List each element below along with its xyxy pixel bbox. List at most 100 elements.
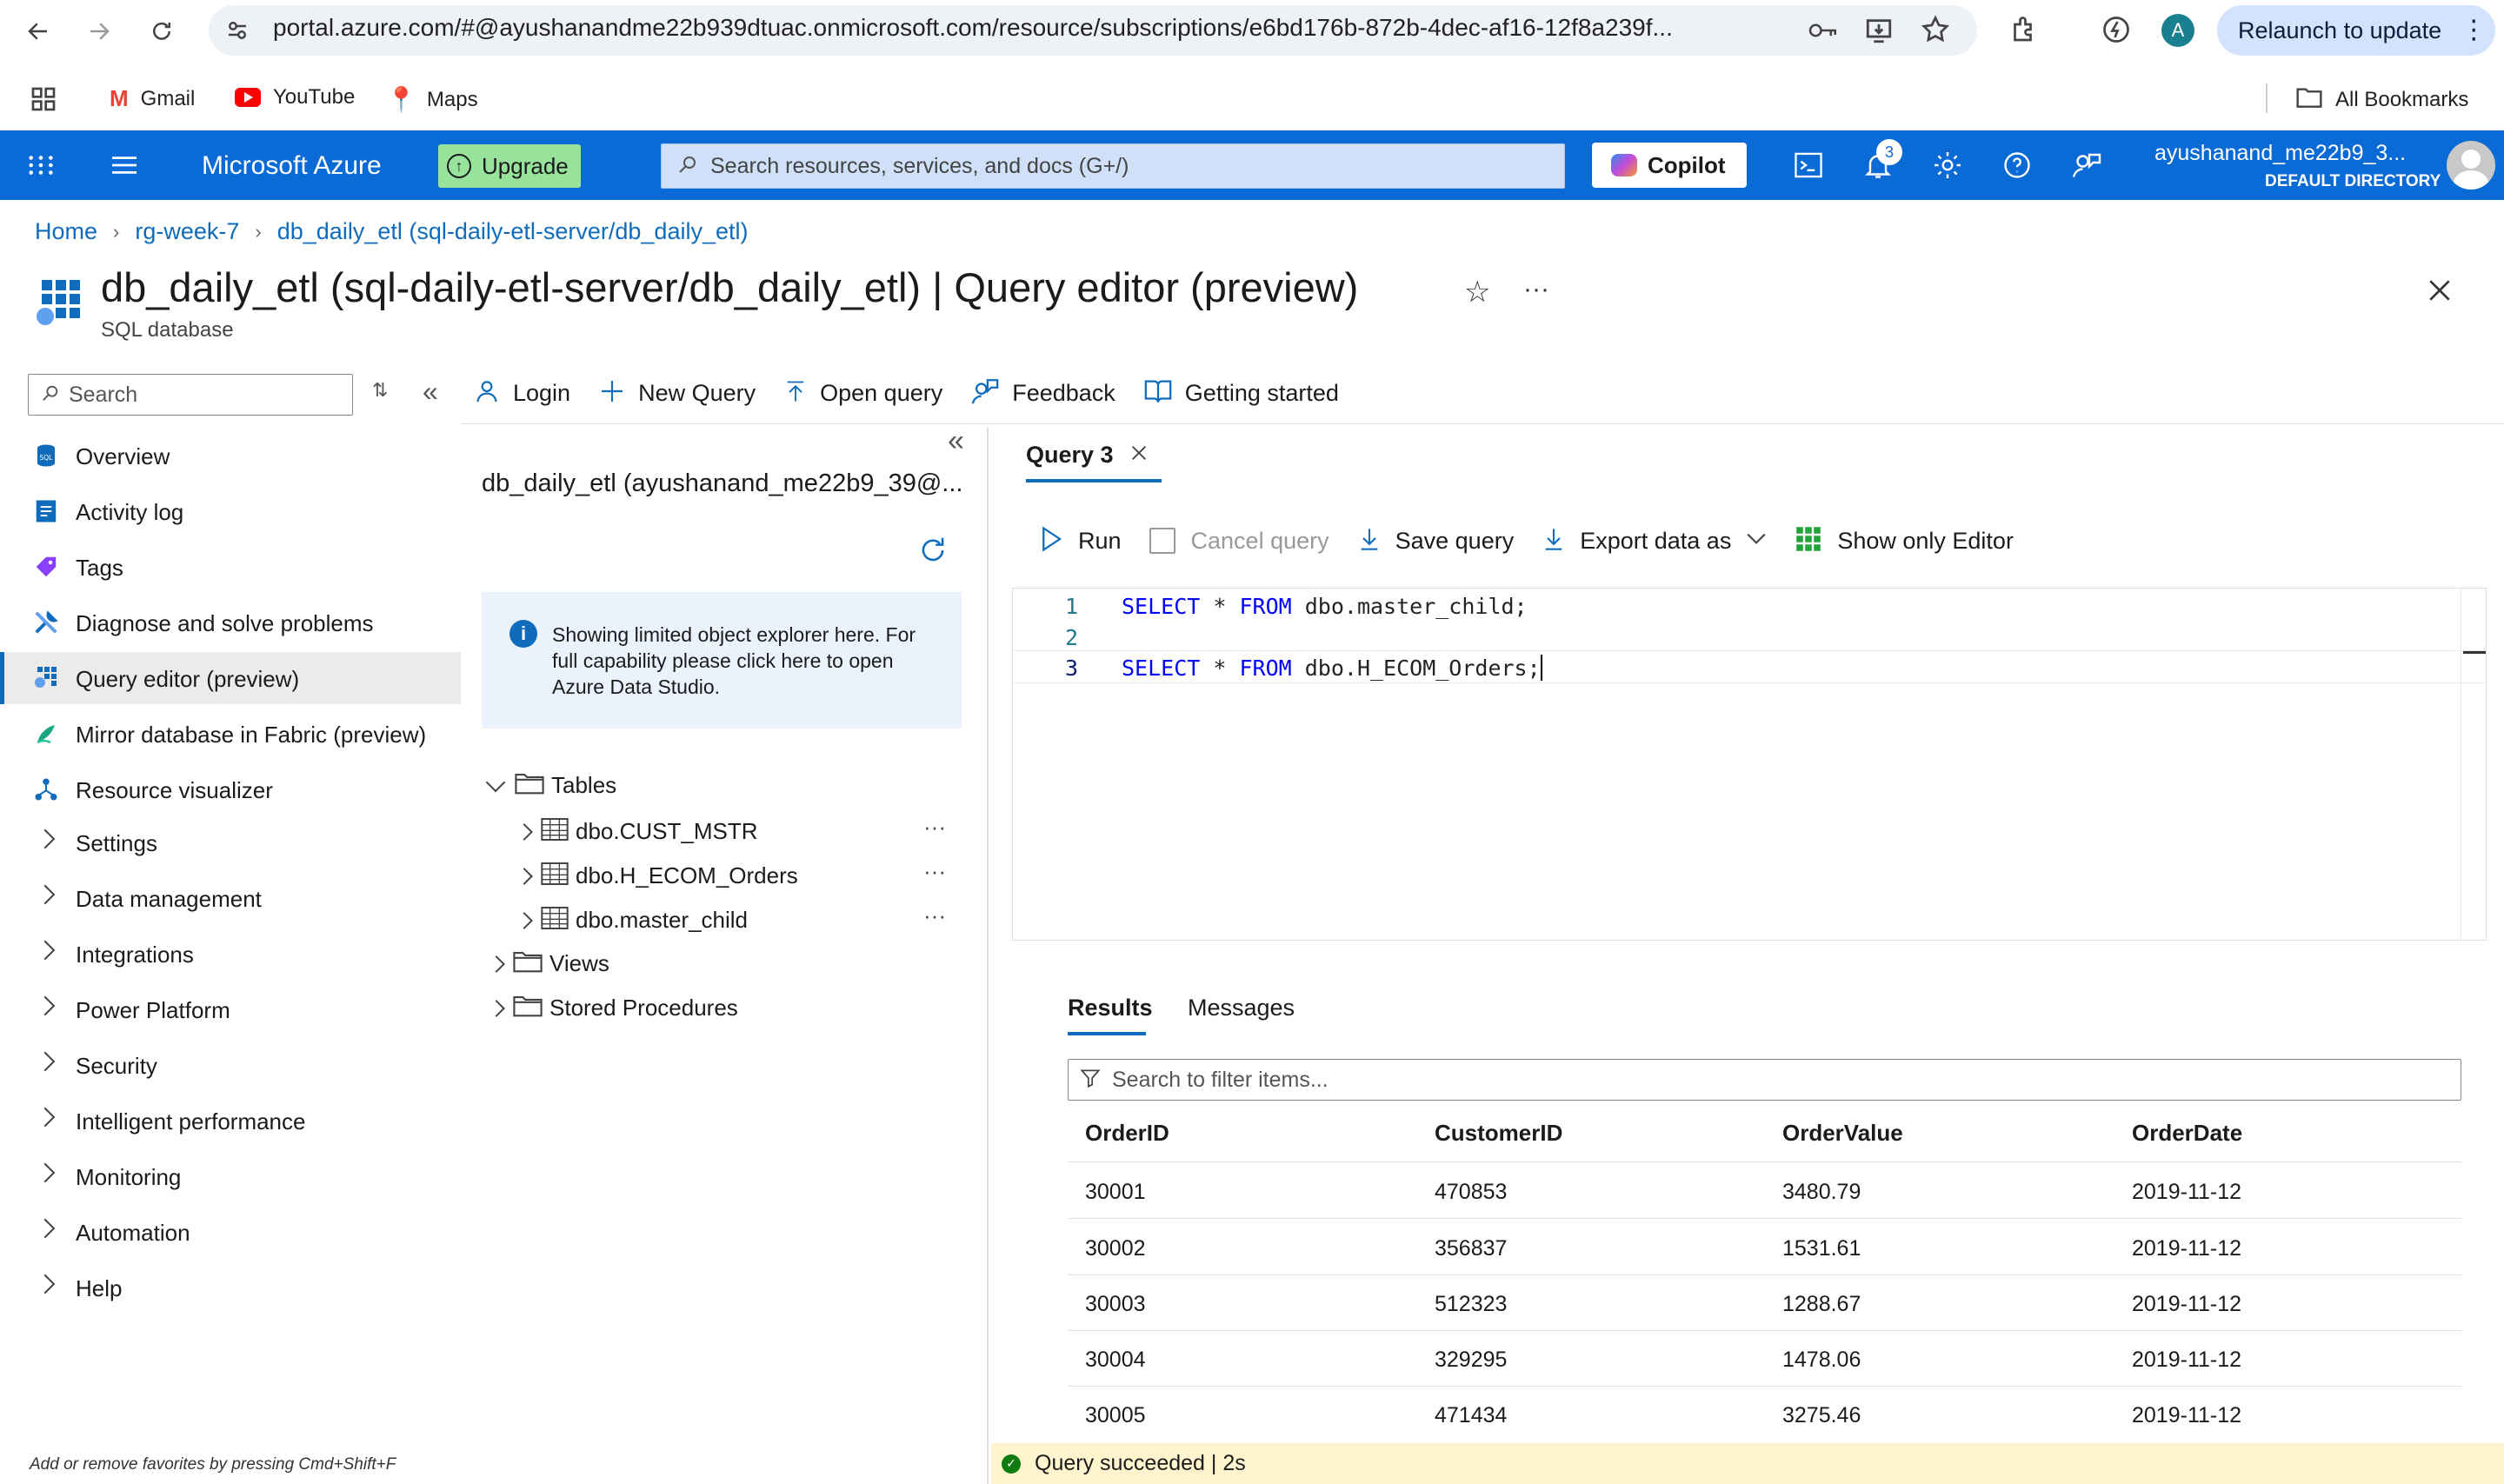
relaunch-button[interactable]: Relaunch to update ⋮	[2217, 5, 2495, 56]
extensions-icon[interactable]	[2008, 14, 2040, 50]
nav-group-power-platform[interactable]: Power Platform	[0, 983, 461, 1035]
editor-scrollbar[interactable]	[2461, 589, 2487, 940]
tree-node-tables[interactable]: Tables	[485, 772, 616, 799]
reload-icon[interactable]	[141, 10, 183, 52]
cloud-shell-icon[interactable]	[1793, 151, 1824, 183]
nav-group-integrations[interactable]: Integrations	[0, 928, 461, 980]
site-info-icon[interactable]	[224, 17, 250, 48]
nav-item-overview[interactable]: SQL Overview	[0, 429, 461, 482]
save-query-button[interactable]: Save query	[1357, 524, 1514, 558]
nav-group-automation[interactable]: Automation	[0, 1206, 461, 1258]
nav-item-query-editor[interactable]: Query editor (preview)	[0, 652, 461, 704]
export-data-button[interactable]: Export data as	[1542, 524, 1768, 558]
pane-splitter[interactable]	[987, 428, 989, 1484]
run-button[interactable]: Run	[1040, 525, 1122, 556]
feedback-person-icon[interactable]	[2071, 150, 2102, 185]
breadcrumb-home[interactable]: Home	[35, 218, 97, 245]
portal-menu-dots-icon[interactable]	[26, 152, 56, 183]
table-row[interactable]: 30002 356837 1531.61 2019-11-12	[1068, 1219, 2461, 1274]
table-row[interactable]: 30005 471434 3275.46 2019-11-12	[1068, 1386, 2461, 1441]
azure-brand[interactable]: Microsoft Azure	[202, 151, 382, 181]
getting-started-button[interactable]: Getting started	[1143, 376, 1339, 410]
table-more-icon[interactable]: ···	[923, 858, 946, 885]
tab-results[interactable]: Results	[1068, 995, 1153, 1021]
user-avatar[interactable]	[2447, 141, 2495, 190]
nav-item-diagnose[interactable]: Diagnose and solve problems	[0, 596, 461, 649]
help-question-icon[interactable]	[2001, 150, 2033, 185]
close-icon[interactable]	[2426, 276, 2454, 309]
table-row[interactable]: 30003 512323 1288.67 2019-11-12	[1068, 1274, 2461, 1330]
table-more-icon[interactable]: ···	[923, 814, 946, 841]
forward-icon[interactable]	[78, 10, 120, 52]
nav-group-settings[interactable]: Settings	[0, 816, 461, 868]
user-name[interactable]: ayushanand_me22b9_3...	[2154, 141, 2406, 166]
nav-group-intelligent-performance[interactable]: Intelligent performance	[0, 1095, 461, 1147]
sort-updown-icon[interactable]: ⇅	[372, 379, 388, 402]
breadcrumb-resource-group[interactable]: rg-week-7	[135, 218, 239, 245]
global-search-input[interactable]: Search resources, services, and docs (G+…	[661, 143, 1565, 189]
column-header[interactable]: OrderValue	[1782, 1120, 1903, 1147]
results-filter-input[interactable]: Search to filter items...	[1068, 1059, 2461, 1101]
line-number: 1	[1065, 593, 1079, 619]
feedback-button[interactable]: Feedback	[970, 376, 1115, 410]
hamburger-icon[interactable]	[110, 153, 139, 182]
tree-node-stored-procedures[interactable]: Stored Procedures	[488, 995, 738, 1021]
tree-node-views[interactable]: Views	[488, 950, 609, 977]
back-icon[interactable]	[17, 10, 59, 52]
open-query-button[interactable]: Open query	[783, 376, 942, 410]
install-app-icon[interactable]	[1864, 16, 1894, 50]
nav-item-resource-visualizer[interactable]: Resource visualizer	[0, 763, 461, 815]
bookmark-maps[interactable]: 📍 Maps	[386, 85, 478, 114]
show-only-editor-button[interactable]: Show only Editor	[1795, 526, 2014, 556]
breadcrumb-database[interactable]: db_daily_etl (sql-daily-etl-server/db_da…	[277, 218, 749, 245]
nav-item-activity-log[interactable]: Activity log	[0, 485, 461, 537]
tab-query-3[interactable]: Query 3	[1026, 442, 1149, 469]
collapse-explorer-icon[interactable]: «	[948, 424, 964, 458]
refresh-icon[interactable]	[916, 534, 949, 571]
column-header[interactable]: OrderID	[1085, 1120, 1169, 1147]
browser-chrome: portal.azure.com/#@ayushanandme22b939dtu…	[0, 0, 2504, 130]
open-query-label: Open query	[820, 379, 943, 406]
more-options-icon[interactable]: ···	[1523, 275, 1549, 304]
tab-messages[interactable]: Messages	[1188, 995, 1295, 1021]
nav-group-data-management[interactable]: Data management	[0, 872, 461, 924]
table-more-icon[interactable]: ···	[923, 902, 946, 929]
bookmark-star-icon[interactable]	[1920, 14, 1951, 50]
collapse-nav-icon[interactable]: «	[423, 376, 438, 408]
close-tab-icon[interactable]	[1129, 443, 1149, 467]
all-bookmarks[interactable]: All Bookmarks	[2295, 85, 2468, 114]
url-text[interactable]: portal.azure.com/#@ayushanandme22b939dtu…	[273, 14, 1673, 42]
upgrade-button[interactable]: ↑ Upgrade	[438, 144, 581, 188]
new-query-label: New Query	[638, 379, 756, 406]
column-header[interactable]: CustomerID	[1435, 1120, 1562, 1147]
tree-node-table[interactable]: dbo.CUST_MSTR	[516, 817, 758, 846]
sql-code-editor[interactable]: 1 SELECT * FROM dbo.master_child; 2 3 SE…	[1012, 588, 2487, 941]
nav-group-monitoring[interactable]: Monitoring	[0, 1150, 461, 1202]
password-key-icon[interactable]	[1807, 17, 1840, 48]
performance-icon[interactable]	[2101, 14, 2132, 50]
info-banner[interactable]: i Showing limited object explorer here. …	[482, 592, 962, 729]
code-line: 3 SELECT * FROM dbo.H_ECOM_Orders;	[1065, 652, 1542, 683]
settings-gear-icon[interactable]	[1932, 150, 1963, 185]
stop-square-icon	[1149, 528, 1175, 554]
table-row[interactable]: 30001 470853 3480.79 2019-11-12	[1068, 1162, 2461, 1218]
new-query-button[interactable]: New Query	[598, 377, 756, 409]
nav-search-input[interactable]: Search	[28, 374, 353, 416]
cell-order-value: 3275.46	[1782, 1403, 1861, 1427]
copilot-button[interactable]: Copilot	[1592, 143, 1747, 188]
bookmark-gmail[interactable]: M Gmail	[110, 85, 195, 112]
column-header[interactable]: OrderDate	[2132, 1120, 2242, 1147]
profile-avatar[interactable]: A	[2161, 14, 2194, 47]
nav-group-help[interactable]: Help	[0, 1261, 461, 1314]
tree-node-table[interactable]: dbo.master_child	[516, 906, 748, 935]
apps-grid-icon[interactable]	[30, 85, 57, 117]
nav-item-mirror-fabric[interactable]: Mirror database in Fabric (preview)	[0, 708, 461, 760]
nav-item-tags[interactable]: Tags	[0, 541, 461, 593]
tree-node-table[interactable]: dbo.H_ECOM_Orders	[516, 862, 798, 890]
table-row[interactable]: 30004 329295 1478.06 2019-11-12	[1068, 1330, 2461, 1386]
filter-placeholder: Search to filter items...	[1112, 1067, 1329, 1092]
nav-group-security[interactable]: Security	[0, 1039, 461, 1091]
login-button[interactable]: Login	[473, 376, 570, 410]
favorite-star-icon[interactable]: ☆	[1464, 275, 1490, 309]
bookmark-youtube[interactable]: YouTube	[235, 85, 355, 110]
